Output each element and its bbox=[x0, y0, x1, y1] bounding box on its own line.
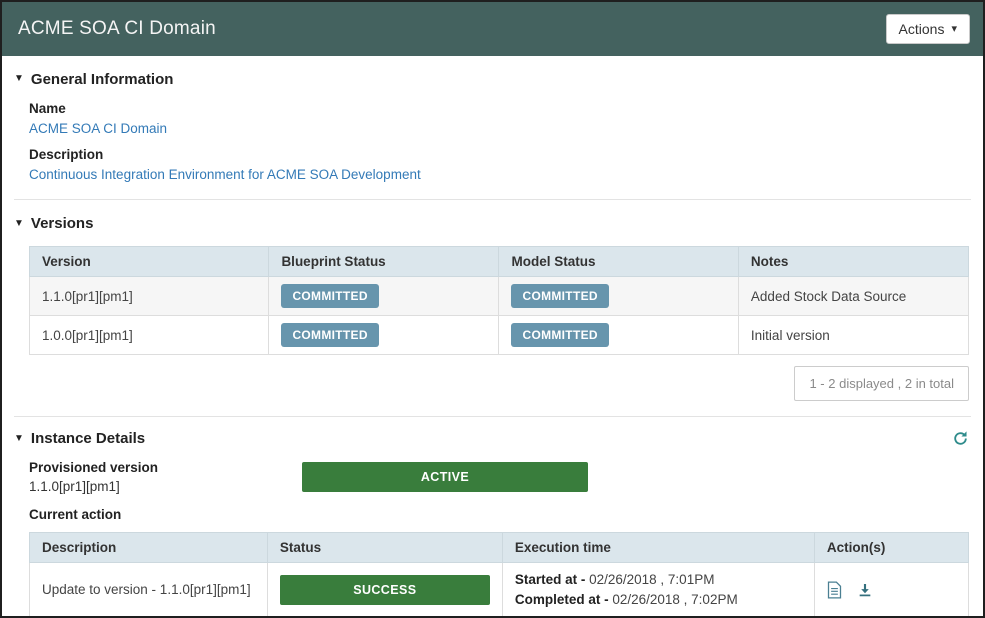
name-link[interactable]: ACME SOA CI Domain bbox=[29, 121, 167, 136]
started-at-value: 02/26/2018 , 7:01PM bbox=[589, 572, 714, 587]
page: ACME SOA CI Domain Actions ▾ ▼ General I… bbox=[0, 0, 985, 618]
notes-cell: Initial version bbox=[738, 316, 968, 355]
version-cell: 1.1.0[pr1][pm1] bbox=[30, 277, 269, 316]
content-area: ▼ General Information Name ACME SOA CI D… bbox=[2, 56, 983, 616]
name-field: Name ACME SOA CI Domain bbox=[29, 101, 969, 138]
general-info-section-header[interactable]: ▼ General Information bbox=[14, 71, 173, 88]
version-cell: 1.0.0[pr1][pm1] bbox=[30, 316, 269, 355]
instance-status-badge: ACTIVE bbox=[302, 462, 588, 492]
download-icon[interactable] bbox=[857, 582, 873, 598]
versions-table: Version Blueprint Status Model Status No… bbox=[29, 246, 969, 355]
refresh-icon[interactable] bbox=[952, 430, 971, 447]
action-icons-cell bbox=[827, 581, 956, 599]
log-document-icon[interactable] bbox=[827, 581, 842, 599]
instance-details-section-header[interactable]: ▼ Instance Details bbox=[14, 430, 145, 447]
versions-section: ▼ Versions Version Blueprint Status Mode… bbox=[14, 213, 971, 402]
general-info-body: Name ACME SOA CI Domain Description Cont… bbox=[14, 88, 971, 184]
current-action-label: Current action bbox=[29, 507, 969, 522]
general-info-section-title: General Information bbox=[31, 71, 174, 88]
model-status-badge: COMMITTED bbox=[511, 284, 608, 308]
pagination-info: 1 - 2 displayed , 2 in total bbox=[794, 366, 969, 401]
execution-time-cell: Started at - 02/26/2018 , 7:01PM Complet… bbox=[502, 563, 814, 617]
column-header-notes: Notes bbox=[738, 247, 968, 277]
provisioned-version-value: 1.1.0[pr1][pm1] bbox=[29, 479, 302, 494]
column-header-actions: Action(s) bbox=[814, 533, 968, 563]
column-header-blueprint-status: Blueprint Status bbox=[269, 247, 499, 277]
versions-section-title: Versions bbox=[31, 215, 94, 232]
action-description-cell: Update to version - 1.1.0[pr1][pm1] bbox=[30, 563, 268, 617]
column-header-execution-time: Execution time bbox=[502, 533, 814, 563]
versions-body: Version Blueprint Status Model Status No… bbox=[14, 232, 971, 401]
column-header-version: Version bbox=[30, 247, 269, 277]
page-title: ACME SOA CI Domain bbox=[18, 18, 216, 40]
column-header-description: Description bbox=[30, 533, 268, 563]
description-field: Description Continuous Integration Envir… bbox=[29, 147, 969, 184]
instance-details-section-title: Instance Details bbox=[31, 430, 145, 447]
versions-header-row: Version Blueprint Status Model Status No… bbox=[30, 247, 969, 277]
completed-at-value: 02/26/2018 , 7:02PM bbox=[612, 592, 737, 607]
description-link[interactable]: Continuous Integration Environment for A… bbox=[29, 167, 421, 182]
column-header-model-status: Model Status bbox=[499, 247, 738, 277]
model-status-badge: COMMITTED bbox=[511, 323, 608, 347]
collapse-triangle-icon: ▼ bbox=[14, 74, 24, 84]
actions-button[interactable]: Actions ▾ bbox=[886, 14, 970, 44]
collapse-triangle-icon: ▼ bbox=[14, 219, 24, 229]
blueprint-status-badge: COMMITTED bbox=[281, 323, 378, 347]
versions-section-header[interactable]: ▼ Versions bbox=[14, 215, 93, 232]
provisioned-version-label: Provisioned version bbox=[29, 460, 302, 475]
column-header-status: Status bbox=[267, 533, 502, 563]
divider bbox=[14, 199, 971, 200]
instance-details-body: Provisioned version 1.1.0[pr1][pm1] ACTI… bbox=[14, 447, 971, 616]
collapse-triangle-icon: ▼ bbox=[14, 434, 24, 444]
blueprint-status-badge: COMMITTED bbox=[281, 284, 378, 308]
provisioned-version-row: Provisioned version 1.1.0[pr1][pm1] ACTI… bbox=[29, 460, 969, 494]
instance-details-section: ▼ Instance Details Provisioned version 1… bbox=[14, 430, 971, 616]
action-status-badge: SUCCESS bbox=[280, 575, 490, 605]
name-label: Name bbox=[29, 101, 969, 116]
started-at-label: Started at - bbox=[515, 572, 586, 587]
caret-down-icon: ▾ bbox=[951, 24, 957, 35]
divider bbox=[14, 416, 971, 417]
actions-button-label: Actions bbox=[899, 21, 945, 37]
table-row: 1.0.0[pr1][pm1] COMMITTED COMMITTED Init… bbox=[30, 316, 969, 355]
pagination-wrap: 1 - 2 displayed , 2 in total bbox=[29, 366, 969, 401]
current-action-header-row: Description Status Execution time Action… bbox=[30, 533, 969, 563]
table-row: 1.1.0[pr1][pm1] COMMITTED COMMITTED Adde… bbox=[30, 277, 969, 316]
notes-cell: Added Stock Data Source bbox=[738, 277, 968, 316]
general-info-section: ▼ General Information Name ACME SOA CI D… bbox=[14, 68, 971, 184]
table-row: Update to version - 1.1.0[pr1][pm1] SUCC… bbox=[30, 563, 969, 617]
current-action-table: Description Status Execution time Action… bbox=[29, 532, 969, 616]
completed-at-label: Completed at - bbox=[515, 592, 609, 607]
description-label: Description bbox=[29, 147, 969, 162]
header-bar: ACME SOA CI Domain Actions ▾ bbox=[2, 2, 983, 56]
